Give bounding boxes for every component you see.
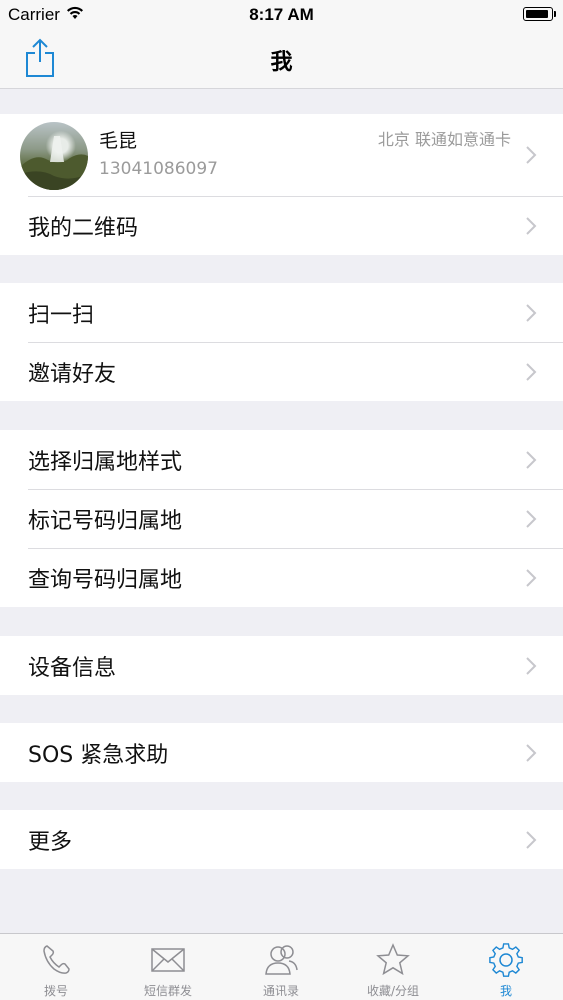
- status-bar: Carrier 8:17 AM: [0, 0, 563, 30]
- tab-bar: 拨号 短信群发 通讯录 收藏/分组 我: [0, 933, 563, 1000]
- profile-name: 毛昆: [99, 130, 138, 152]
- mark-location-label: 标记号码归属地: [28, 509, 183, 534]
- chevron-right-icon: [526, 363, 537, 381]
- battery-icon: [523, 7, 556, 21]
- envelope-icon: [151, 948, 185, 972]
- mark-location-row[interactable]: 标记号码归属地: [0, 489, 563, 548]
- phone-icon: [43, 945, 70, 974]
- query-location-row[interactable]: 查询号码归属地: [0, 548, 563, 607]
- qrcode-row[interactable]: 我的二维码: [0, 196, 563, 255]
- chevron-right-icon: [526, 744, 537, 762]
- tab-dial[interactable]: 拨号: [0, 934, 112, 1000]
- more-group: 更多: [0, 810, 563, 869]
- device-info-row[interactable]: 设备信息: [0, 636, 563, 695]
- navigation-bar: 我: [0, 30, 563, 89]
- sos-row[interactable]: SOS 紧急求助: [0, 723, 563, 782]
- chevron-right-icon: [526, 569, 537, 587]
- tab-sms[interactable]: 短信群发: [112, 934, 224, 1000]
- more-label: 更多: [28, 830, 73, 855]
- more-row[interactable]: 更多: [0, 810, 563, 869]
- invite-friends-label: 邀请好友: [28, 362, 117, 387]
- sos-label: SOS 紧急求助: [28, 743, 169, 768]
- tab-label: 短信群发: [143, 984, 192, 998]
- profile-row[interactable]: 毛昆 13041086097 北京 联通如意通卡: [0, 114, 563, 196]
- tab-contacts[interactable]: 通讯录: [225, 934, 337, 1000]
- page-title: 我: [270, 50, 293, 75]
- chevron-right-icon: [526, 451, 537, 469]
- profile-group: 毛昆 13041086097 北京 联通如意通卡 我的二维码: [0, 114, 563, 255]
- qrcode-label: 我的二维码: [28, 216, 139, 241]
- me-screen: Carrier 8:17 AM 我 毛昆 13041086097 北京 联通如意…: [0, 0, 563, 1000]
- scan-row[interactable]: 扫一扫: [0, 283, 563, 342]
- tab-label: 通讯录: [262, 984, 299, 998]
- scan-label: 扫一扫: [28, 303, 95, 328]
- chevron-right-icon: [526, 831, 537, 849]
- status-time: 8:17 AM: [249, 5, 314, 24]
- gear-icon: [489, 943, 523, 977]
- scan-invite-group: 扫一扫 邀请好友: [0, 283, 563, 401]
- sos-group: SOS 紧急求助: [0, 723, 563, 782]
- chevron-right-icon: [526, 304, 537, 322]
- invite-friends-row[interactable]: 邀请好友: [0, 342, 563, 401]
- chevron-right-icon: [526, 657, 537, 675]
- chevron-right-icon: [526, 217, 537, 235]
- phone-location: 北京 联通如意通卡: [377, 130, 511, 149]
- device-info-label: 设备信息: [28, 656, 117, 681]
- tab-label: 拨号: [43, 984, 68, 998]
- tab-me[interactable]: 我: [450, 934, 562, 1000]
- contacts-icon: [265, 945, 298, 975]
- device-group: 设备信息: [0, 636, 563, 695]
- location-group: 选择归属地样式 标记号码归属地 查询号码归属地: [0, 430, 563, 607]
- location-style-row[interactable]: 选择归属地样式: [0, 430, 563, 489]
- location-style-label: 选择归属地样式: [28, 450, 183, 475]
- profile-phone: 13041086097: [99, 159, 218, 179]
- avatar[interactable]: [20, 122, 88, 190]
- tab-label: 我: [499, 984, 512, 998]
- chevron-right-icon: [526, 146, 537, 164]
- tab-favorites[interactable]: 收藏/分组: [337, 934, 449, 1000]
- chevron-right-icon: [526, 510, 537, 528]
- star-icon: [376, 943, 410, 976]
- tab-label: 收藏/分组: [366, 984, 420, 998]
- query-location-label: 查询号码归属地: [28, 568, 183, 593]
